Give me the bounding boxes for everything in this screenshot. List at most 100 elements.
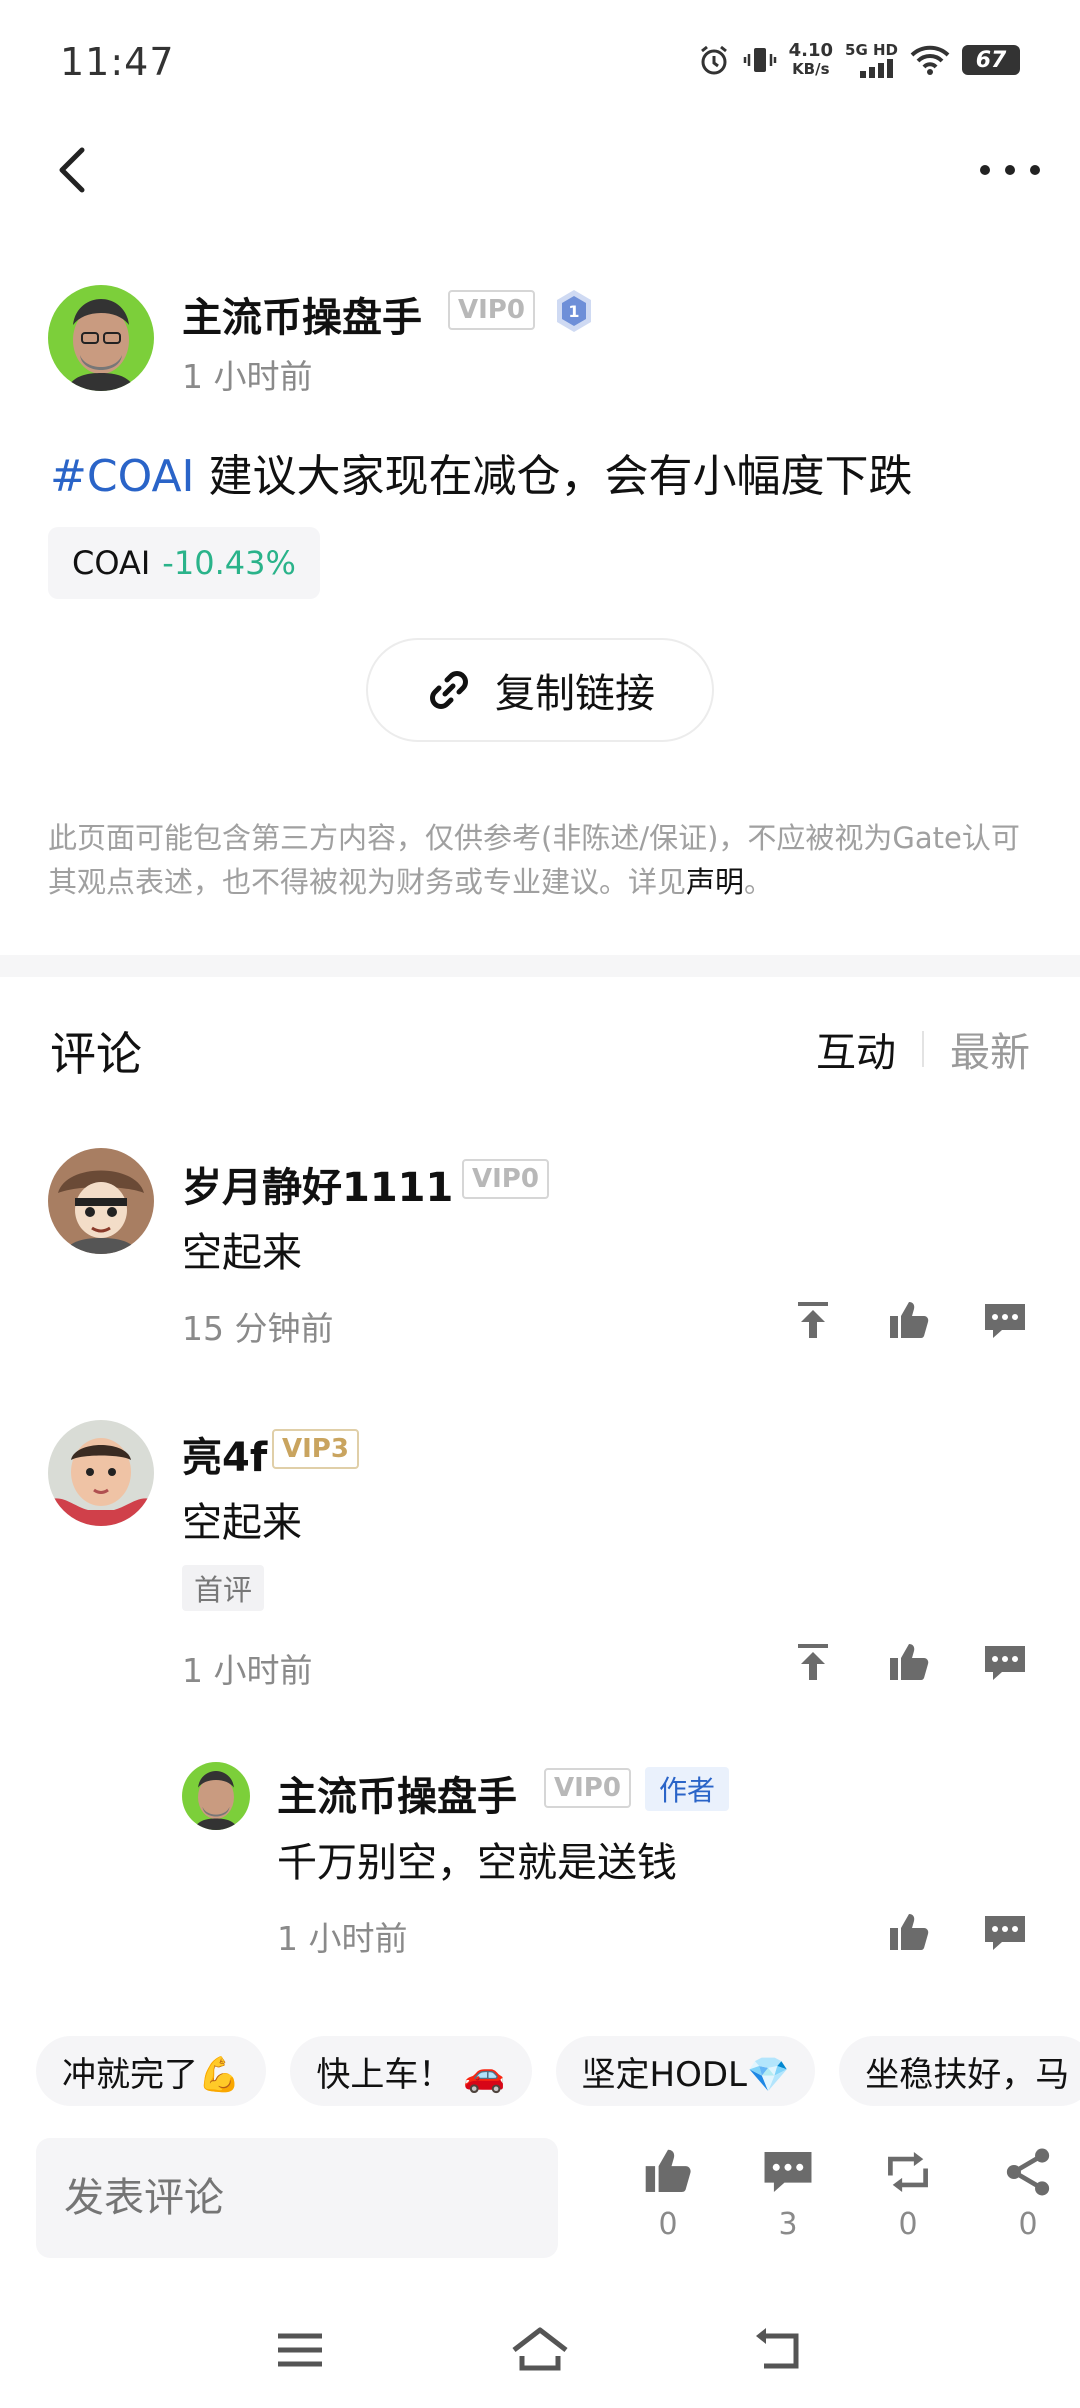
reply-author[interactable]: 主流币操盘手 (277, 1764, 517, 1822)
reply-text: 千万别空，空就是送钱 (277, 1840, 677, 1886)
author-avatar-image (48, 285, 154, 391)
share-button[interactable]: 0 (968, 2145, 1080, 2242)
copy-link-button[interactable]: 复制链接 (366, 638, 714, 742)
status-time: 11:47 (60, 40, 175, 84)
svg-text:1: 1 (568, 302, 579, 321)
quick-reply-chip[interactable]: 快上车！ 🚗 (290, 2036, 532, 2106)
disclaimer: 此页面可能包含第三方内容，仅供参考(非陈述/保证)，不应被视为Gate认可其观点… (48, 816, 1038, 904)
author-avatar[interactable] (48, 285, 154, 391)
comment-avatar[interactable] (48, 1420, 154, 1526)
reply-avatar[interactable] (182, 1762, 250, 1830)
reply-icon[interactable] (982, 1298, 1028, 1344)
battery-level: 67 (975, 47, 1007, 73)
link-icon (430, 671, 468, 709)
section-divider (0, 955, 1080, 977)
comment-count: 3 (778, 2207, 798, 2242)
reply-avatar-image (182, 1762, 250, 1830)
comment-vip-badge: VIP3 (272, 1429, 359, 1469)
coin-change: -10.43% (162, 544, 296, 582)
comment-avatar-image (48, 1420, 154, 1526)
level-badge: 1 (553, 288, 595, 334)
home-icon (512, 2327, 568, 2371)
like-icon[interactable] (886, 1910, 932, 1956)
like-icon[interactable] (886, 1640, 932, 1686)
hashtag-link[interactable]: #COAI (50, 451, 195, 502)
reply-time: 1 小时前 (277, 1919, 408, 1958)
comment-text: 空起来 (182, 1500, 302, 1546)
quick-reply-chip[interactable]: 冲就完了💪 (36, 2036, 267, 2106)
back-arrow-icon (756, 2328, 799, 2369)
copy-link-label: 复制链接 (495, 671, 655, 717)
comments-title: 评论 (50, 1027, 142, 1081)
wifi-icon (910, 45, 950, 75)
more-button[interactable] (980, 150, 1040, 190)
repost-icon (888, 2152, 928, 2192)
net-speed-unit: KB/s (792, 60, 830, 78)
repost-button[interactable]: 0 (848, 2145, 968, 2242)
more-dot-icon (1005, 165, 1015, 175)
comment-sort-tabs: 互动 最新 (816, 1020, 1030, 1078)
quick-reply-chip[interactable]: 坐稳扶好，马 (839, 2036, 1080, 2106)
coin-symbol: COAI (72, 544, 151, 582)
share-icon (1006, 2148, 1050, 2196)
more-dot-icon (1030, 165, 1040, 175)
comment-text: 空起来 (182, 1230, 302, 1276)
post-actions: 0 3 0 0 (608, 2145, 1080, 2242)
comment-author[interactable]: 亮4f (182, 1425, 267, 1483)
author-tag: 作者 (645, 1767, 730, 1811)
share-count: 0 (1018, 2207, 1038, 2242)
tab-divider (922, 1031, 924, 1067)
net-speed: 4.10 KB/s (788, 40, 834, 79)
tab-interaction[interactable]: 互动 (816, 1020, 896, 1078)
reply-icon[interactable] (982, 1910, 1028, 1956)
like-icon[interactable] (886, 1298, 932, 1344)
menu-button[interactable] (270, 2320, 330, 2380)
status-icons: 4.10 KB/s 5G HD 67 (697, 42, 1020, 78)
like-icon (645, 2149, 691, 2192)
disclaimer-end: 。 (744, 865, 774, 899)
alarm-icon (700, 45, 727, 75)
signal-group: 5G HD (845, 40, 898, 78)
reply-icon[interactable] (982, 1640, 1028, 1686)
comment-vip-badge: VIP0 (462, 1159, 549, 1199)
vibrate-icon (743, 48, 776, 72)
disclaimer-text: 此页面可能包含第三方内容，仅供参考(非陈述/保证)，不应被视为Gate认可其观点… (48, 821, 1020, 899)
level-badge-icon: 1 (557, 290, 591, 332)
system-nav-bar (0, 2300, 1080, 2408)
comment-author[interactable]: 岁月静好1111 (182, 1155, 453, 1213)
like-count: 0 (658, 2207, 678, 2242)
comment-avatar-image (48, 1148, 154, 1254)
back-button[interactable] (48, 140, 98, 200)
reply-actions (886, 1910, 1028, 1956)
comment-time: 1 小时前 (182, 1651, 313, 1690)
author-vip-badge: VIP0 (448, 290, 535, 330)
home-button[interactable] (510, 2320, 570, 2380)
pin-top-icon[interactable] (790, 1640, 836, 1686)
reply-vip-badge: VIP0 (544, 1768, 631, 1808)
repost-count: 0 (898, 2207, 918, 2242)
tab-latest[interactable]: 最新 (950, 1020, 1030, 1078)
author-name[interactable]: 主流币操盘手 (182, 285, 422, 343)
comment-input[interactable] (36, 2138, 558, 2258)
post-text: 建议大家现在减仓，会有小幅度下跌 (194, 451, 913, 502)
comment-button[interactable]: 3 (728, 2145, 848, 2242)
more-dot-icon (980, 165, 990, 175)
net-speed-value: 4.10 (788, 40, 834, 61)
system-back-button[interactable] (750, 2320, 810, 2380)
disclaimer-link[interactable]: 声明 (686, 865, 744, 899)
coin-chip[interactable]: COAI -10.43% (48, 527, 320, 599)
battery-icon: 67 (962, 45, 1020, 75)
signal-icon (860, 58, 893, 78)
quick-reply-row: 冲就完了💪 快上车！ 🚗 坚定HODL💎 坐稳扶好，马 (36, 2036, 1080, 2106)
comment-avatar[interactable] (48, 1148, 154, 1254)
like-button[interactable]: 0 (608, 2145, 728, 2242)
net-type-label: 5G HD (845, 40, 898, 59)
first-comment-tag: 首评 (182, 1565, 265, 1611)
comment-actions (790, 1298, 1028, 1344)
top-bar (0, 130, 1080, 210)
status-bar: 11:47 4.10 KB/s 5G HD 67 (0, 0, 1080, 120)
quick-reply-chip[interactable]: 坚定HODL💎 (555, 2036, 816, 2106)
post-content: #COAI 建议大家现在减仓，会有小幅度下跌 (50, 440, 913, 504)
comment-icon (764, 2152, 812, 2192)
pin-top-icon[interactable] (790, 1298, 836, 1344)
